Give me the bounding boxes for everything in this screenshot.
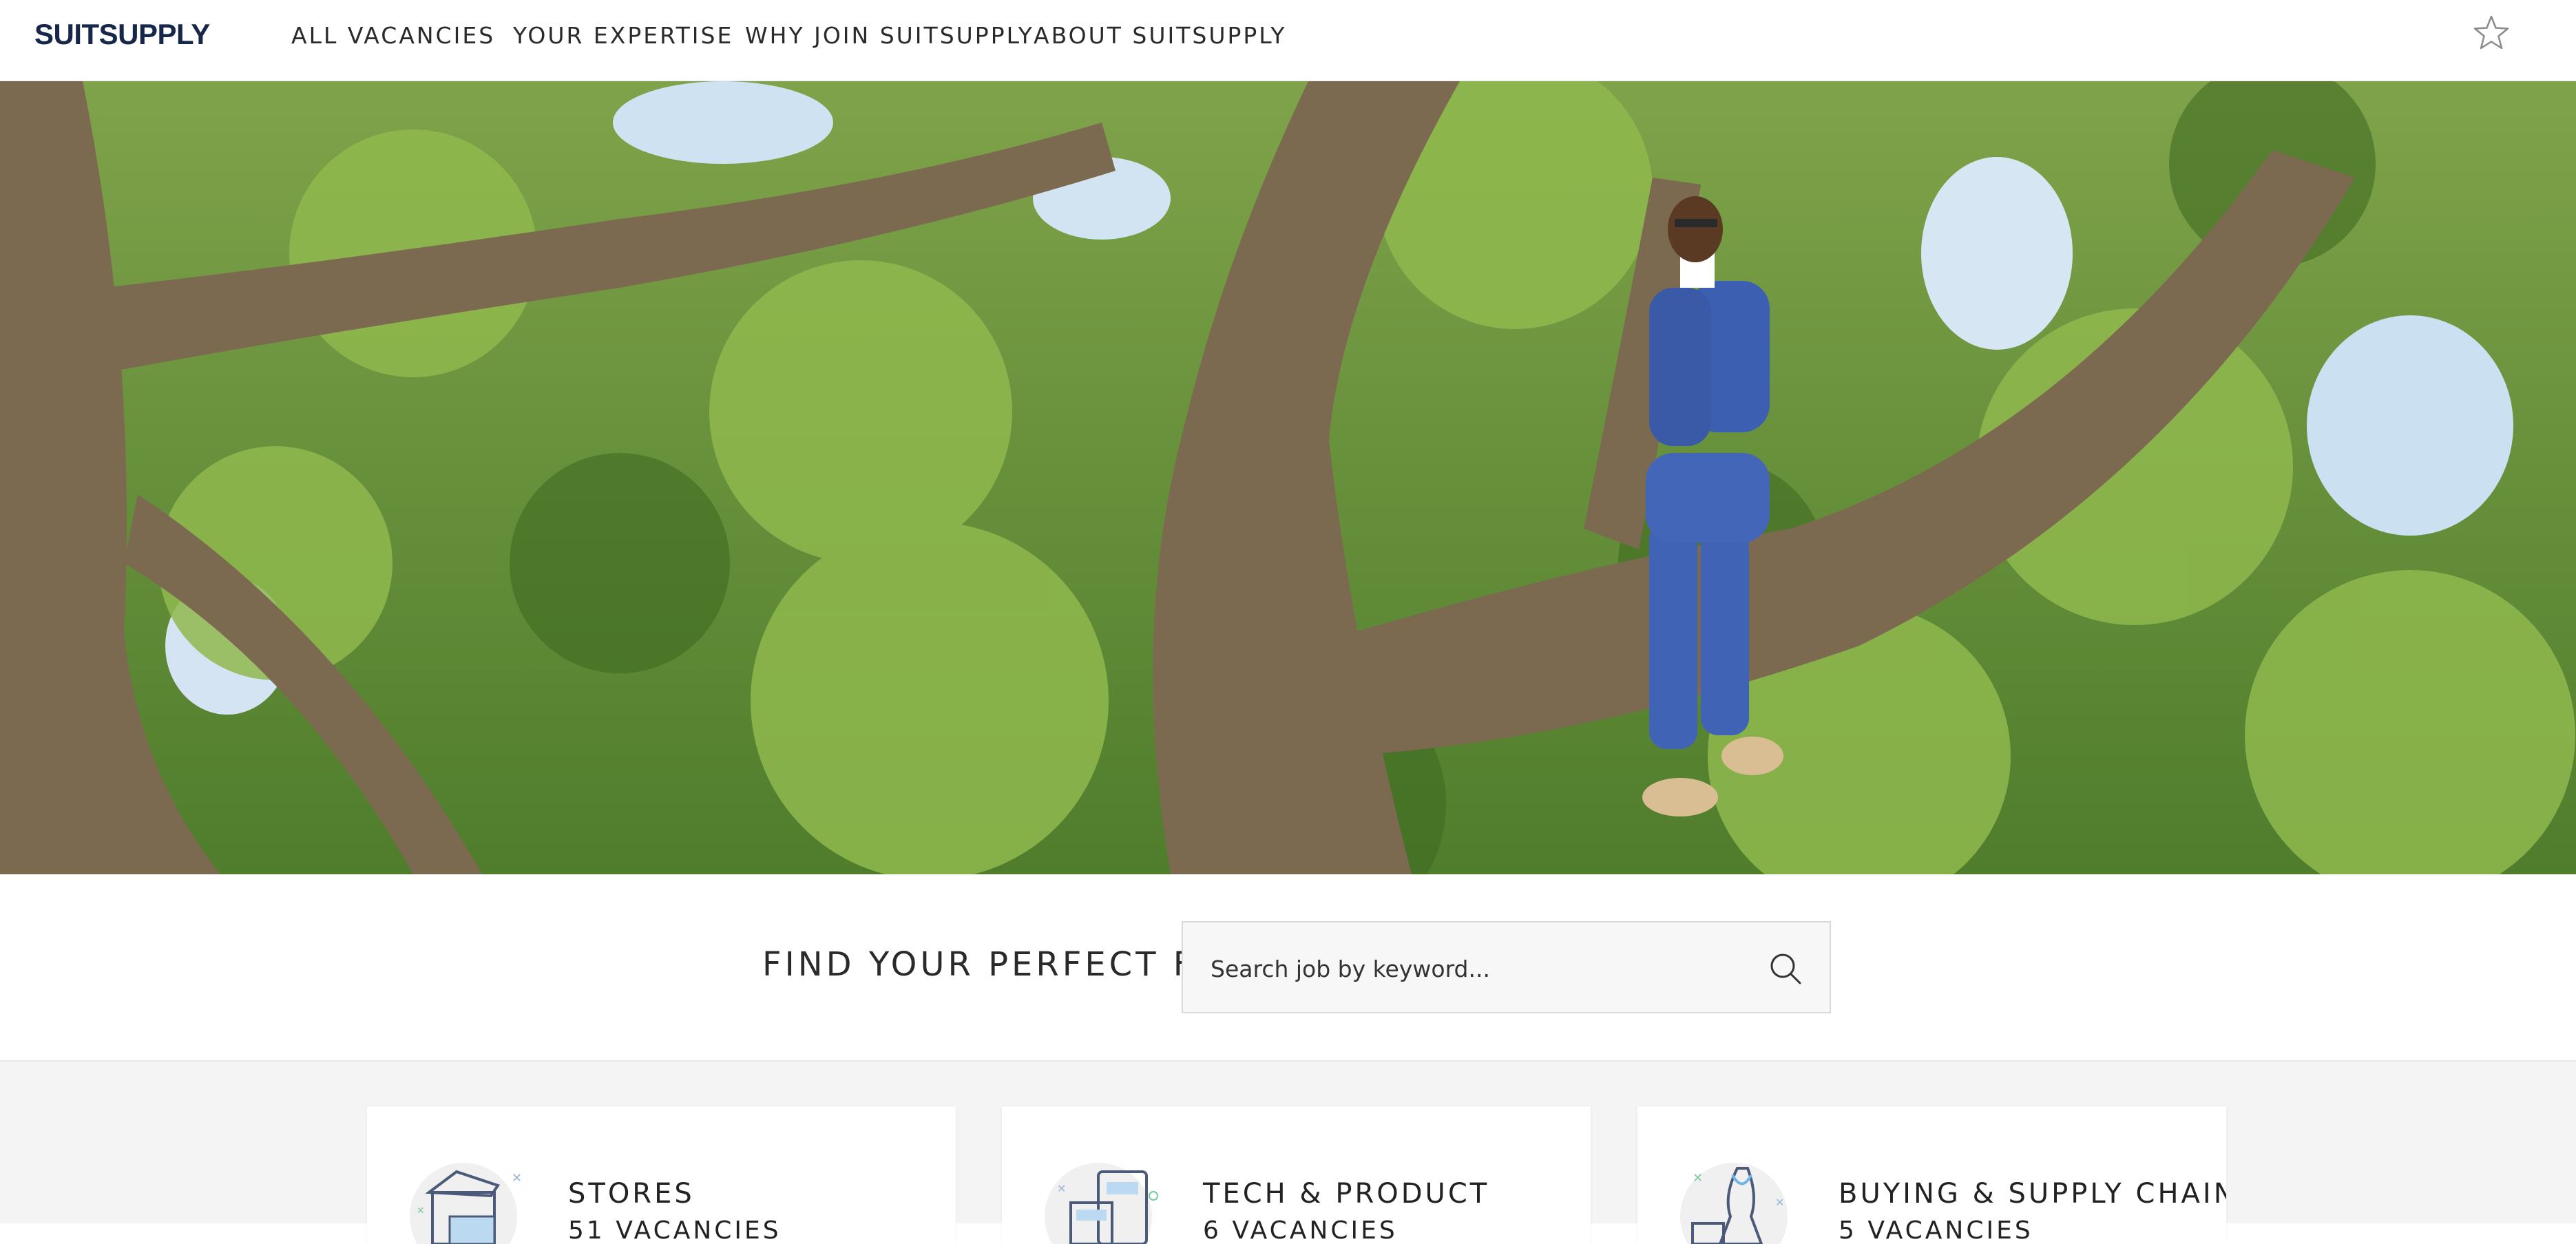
nav-about[interactable]: ABOUT SUITSUPPLY (1034, 22, 1286, 49)
store-icon: ✕ ✕ (408, 1155, 525, 1244)
find-fit-heading: FIND YOUR PERFECT FIT (762, 945, 1233, 984)
nav-your-expertise[interactable]: YOUR EXPERTISE (513, 22, 733, 49)
devices-icon: ✕ (1043, 1155, 1160, 1244)
category-count: 6 VACANCIES (1203, 1216, 1398, 1244)
svg-text:✕: ✕ (512, 1171, 522, 1185)
star-icon[interactable] (2472, 14, 2511, 52)
svg-text:✕: ✕ (1775, 1196, 1784, 1209)
search-icon[interactable] (1767, 950, 1804, 987)
category-title: BUYING & SUPPLY CHAIN (1839, 1178, 2226, 1210)
category-count: 5 VACANCIES (1839, 1216, 2033, 1244)
search-input[interactable] (1211, 950, 1748, 987)
category-count: 51 VACANCIES (568, 1216, 782, 1244)
category-card-tech[interactable]: ✕ TECH & PRODUCT 6 VACANCIES (1002, 1106, 1591, 1244)
nav-all-vacancies[interactable]: ALL VACANCIES (291, 22, 495, 49)
search-box[interactable] (1182, 921, 1831, 1013)
mannequin-icon: ✕ ✕ (1679, 1155, 1796, 1244)
category-title: STORES (568, 1178, 695, 1210)
suitsupply-logo[interactable]: SUITSUPPLY (34, 18, 210, 51)
svg-text:✕: ✕ (1693, 1171, 1703, 1185)
svg-text:✕: ✕ (417, 1205, 425, 1216)
nav-why-join[interactable]: WHY JOIN SUITSUPPLY (745, 22, 1034, 49)
hero-image (0, 81, 2576, 874)
category-card-buying[interactable]: ✕ ✕ BUYING & SUPPLY CHAIN 5 VACANCIES (1637, 1106, 2226, 1244)
site-header: SUITSUPPLY ALL VACANCIES YOUR EXPERTISE … (0, 0, 2576, 81)
category-title: TECH & PRODUCT (1203, 1178, 1490, 1210)
category-card-stores[interactable]: ✕ ✕ STORES 51 VACANCIES (367, 1106, 956, 1244)
svg-text:✕: ✕ (1057, 1182, 1066, 1195)
